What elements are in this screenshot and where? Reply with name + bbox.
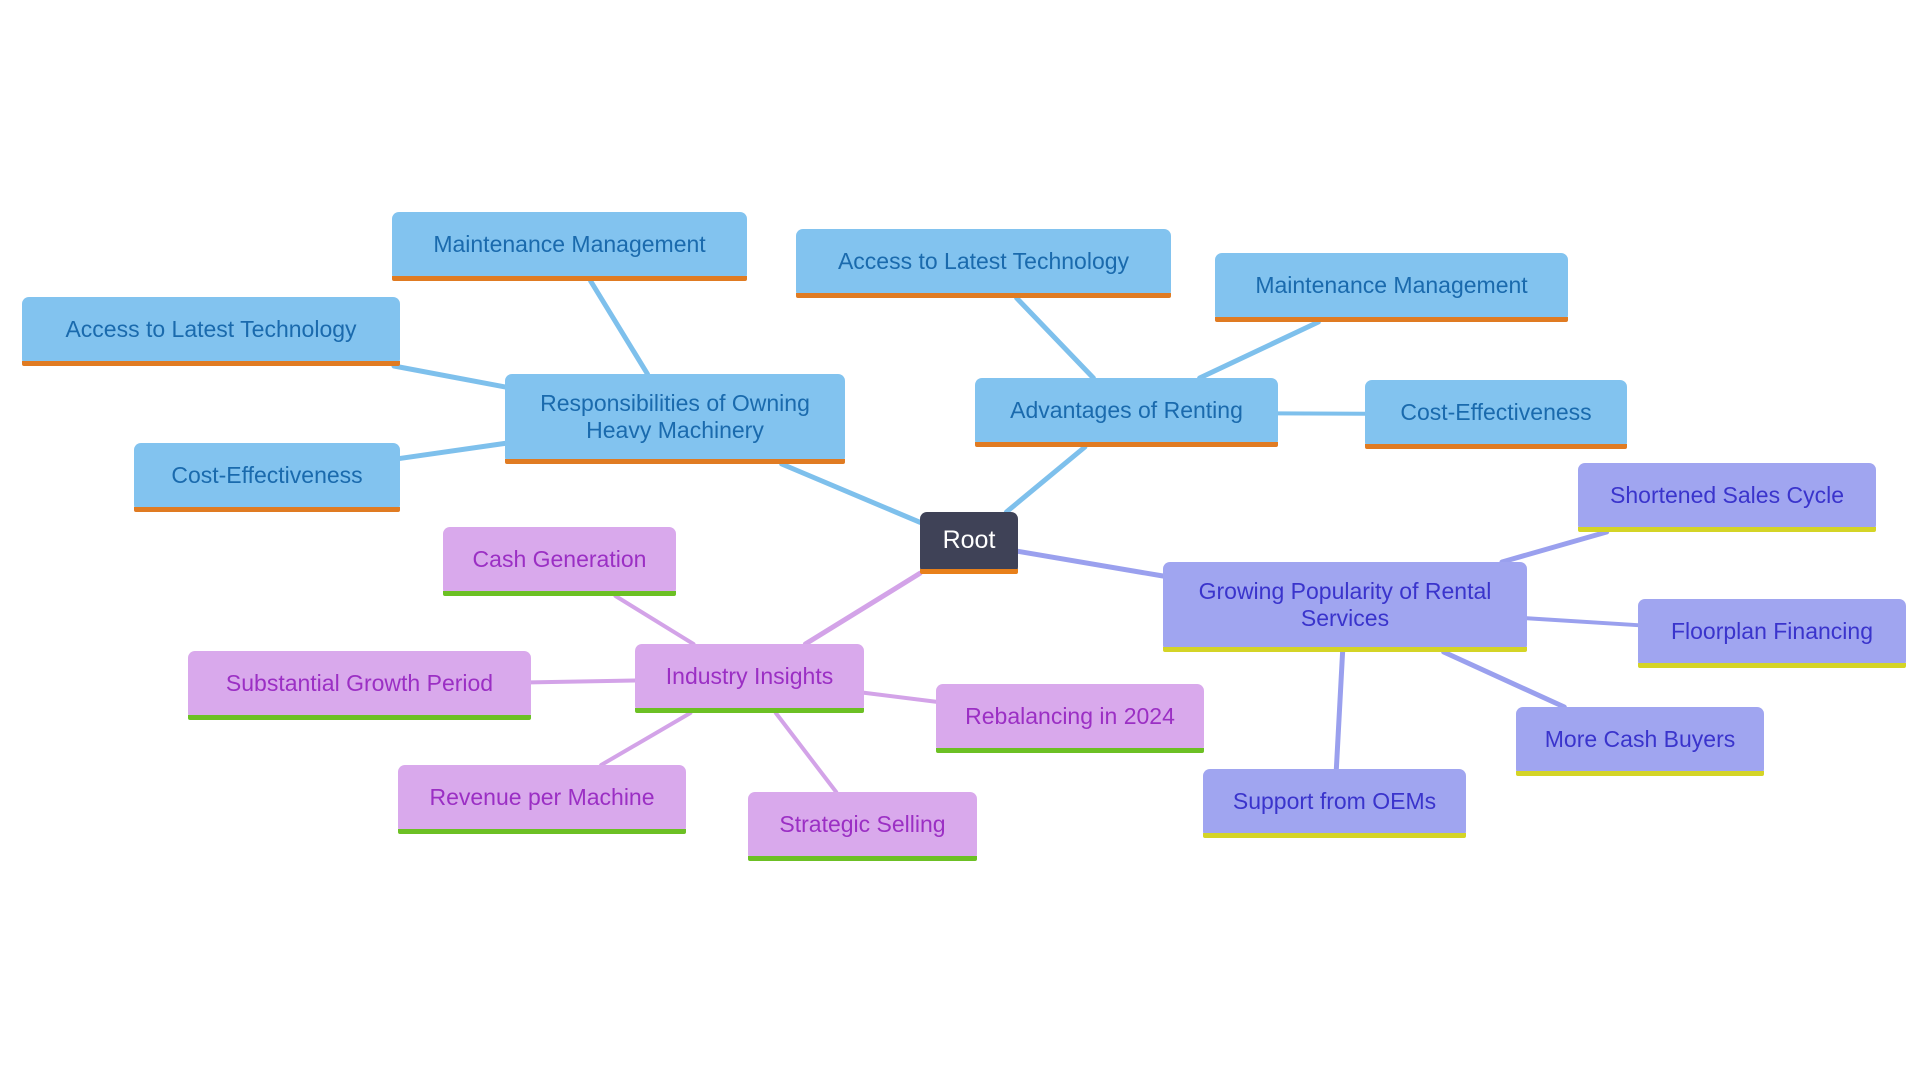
node-label: Growing Popularity of Rental Services	[1198, 577, 1492, 631]
mindmap-edge-insights-to-ins_rebal	[862, 690, 938, 704]
node-underline	[920, 569, 1018, 574]
mindmap-node-ins_rebal[interactable]: Rebalancing in 2024	[936, 684, 1204, 753]
node-underline	[748, 856, 977, 861]
node-label: Root	[942, 526, 996, 555]
node-label: More Cash Buyers	[1544, 725, 1736, 752]
mindmap-node-rent_floor[interactable]: Floorplan Financing	[1638, 599, 1906, 668]
node-underline	[22, 361, 400, 366]
node-underline	[1578, 527, 1876, 532]
node-label: Shortened Sales Cycle	[1610, 481, 1844, 508]
mindmap-edge-adv-to-adv_maint	[1197, 319, 1321, 381]
mindmap-edge-root-to-resp	[779, 461, 923, 525]
mindmap-node-adv[interactable]: Advantages of Renting	[975, 378, 1278, 447]
node-underline	[796, 293, 1171, 298]
mindmap-node-resp_cost[interactable]: Cost-Effectiveness	[134, 443, 400, 512]
mindmap-edge-rental-to-rent_cycle	[1499, 529, 1610, 565]
mindmap-edge-resp-to-resp_maint	[588, 278, 650, 377]
mindmap-edge-insights-to-ins_strat	[773, 711, 839, 794]
mindmap-edge-resp-to-resp_cost	[397, 440, 508, 461]
node-label: Revenue per Machine	[429, 783, 655, 810]
mindmap-edge-root-to-adv	[1003, 444, 1088, 515]
mindmap-node-adv_cost[interactable]: Cost-Effectiveness	[1365, 380, 1627, 449]
node-label: Floorplan Financing	[1670, 617, 1873, 644]
node-underline	[635, 708, 864, 713]
node-label: Rebalancing in 2024	[965, 702, 1175, 729]
node-label: Advantages of Renting	[1010, 396, 1243, 423]
node-label: Responsibilities of Owning Heavy Machine…	[540, 389, 810, 443]
mindmap-node-resp_access[interactable]: Access to Latest Technology	[22, 297, 400, 366]
node-underline	[188, 715, 531, 720]
node-underline	[1365, 444, 1627, 449]
node-underline	[975, 442, 1278, 447]
mindmap-node-root[interactable]: Root	[920, 512, 1018, 574]
node-underline	[1516, 771, 1764, 776]
node-underline	[134, 507, 400, 512]
mindmap-canvas: Root Responsibilities of Owning Heavy Mac…	[0, 0, 1920, 1080]
mindmap-node-resp[interactable]: Responsibilities of Owning Heavy Machine…	[505, 374, 845, 464]
node-underline	[1638, 663, 1906, 668]
mindmap-edge-root-to-rental	[1015, 548, 1166, 579]
mindmap-node-rental[interactable]: Growing Popularity of Rental Services	[1163, 562, 1527, 652]
mindmap-edge-insights-to-ins_rev	[599, 711, 693, 767]
node-underline	[505, 459, 845, 464]
mindmap-node-resp_maint[interactable]: Maintenance Management	[392, 212, 747, 281]
node-underline	[1215, 317, 1568, 322]
mindmap-node-ins_strat[interactable]: Strategic Selling	[748, 792, 977, 861]
node-underline	[398, 829, 686, 834]
node-label: Cost-Effectiveness	[1400, 398, 1592, 425]
mindmap-edge-rental-to-rent_oem	[1333, 649, 1346, 772]
node-underline	[936, 748, 1204, 753]
mindmap-node-rent_cycle[interactable]: Shortened Sales Cycle	[1578, 463, 1876, 532]
mindmap-node-ins_cash[interactable]: Cash Generation	[443, 527, 676, 596]
mindmap-edge-adv-to-adv_access	[1014, 295, 1096, 381]
node-label: Cash Generation	[472, 545, 647, 572]
node-label: Access to Latest Technology	[65, 315, 357, 342]
mindmap-node-ins_rev[interactable]: Revenue per Machine	[398, 765, 686, 834]
node-label: Strategic Selling	[779, 810, 946, 837]
mindmap-edge-root-to-insights	[802, 570, 923, 647]
node-label: Substantial Growth Period	[225, 669, 494, 696]
node-label: Support from OEMs	[1232, 787, 1437, 814]
node-label: Cost-Effectiveness	[171, 461, 363, 488]
mindmap-node-ins_growth[interactable]: Substantial Growth Period	[188, 651, 531, 720]
mindmap-edge-rental-to-rent_floor	[1525, 616, 1640, 628]
mindmap-edge-insights-to-ins_growth	[529, 678, 637, 685]
node-label: Access to Latest Technology	[837, 247, 1130, 274]
node-underline	[392, 276, 747, 281]
mindmap-edge-insights-to-ins_cash	[613, 594, 696, 646]
node-label: Maintenance Management	[433, 230, 706, 257]
mindmap-edge-rental-to-rent_cash	[1441, 649, 1567, 710]
mindmap-node-adv_access[interactable]: Access to Latest Technology	[796, 229, 1171, 298]
mindmap-node-adv_maint[interactable]: Maintenance Management	[1215, 253, 1568, 322]
node-underline	[1203, 833, 1466, 838]
node-underline	[443, 591, 676, 596]
mindmap-node-rent_cash[interactable]: More Cash Buyers	[1516, 707, 1764, 776]
node-label: Industry Insights	[665, 662, 834, 689]
node-underline	[1163, 647, 1527, 652]
mindmap-edge-resp-to-resp_access	[391, 363, 508, 390]
node-label: Maintenance Management	[1255, 271, 1528, 298]
mindmap-node-insights[interactable]: Industry Insights	[635, 644, 864, 713]
mindmap-node-rent_oem[interactable]: Support from OEMs	[1203, 769, 1466, 838]
